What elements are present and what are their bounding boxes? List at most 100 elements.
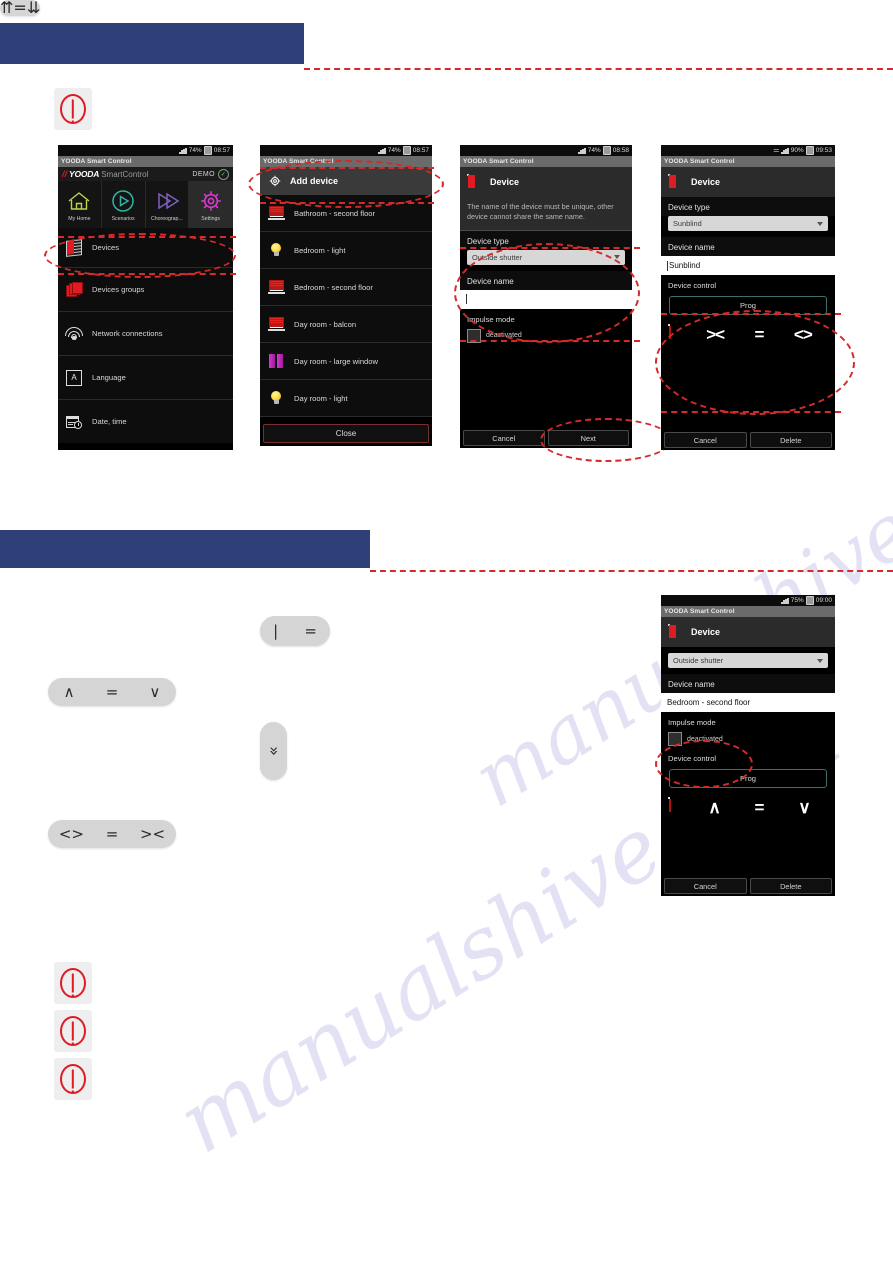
phone-screen-settings[interactable]: 74% 08:57 YOODA Smart Control // YOODA S… [58,145,233,450]
device-type-select[interactable]: Sunblind [668,216,828,231]
sidebar-item-label: Devices groups [92,285,145,294]
fast-forward-icon [152,188,182,215]
pill-double-up-stop-down[interactable]: ⇈ = ⇊ [0,0,41,17]
bulb-icon [267,389,285,407]
impulse-mode-label: Impulse mode [668,718,716,727]
device-name-input[interactable]: Bedroom - second floor [661,693,835,712]
section-header-1 [0,23,304,64]
glyph-double-up: ⇈ [0,0,14,17]
pill-up-stop-down[interactable]: ∧ = ∨ [48,678,176,706]
tab-scenarios[interactable]: Scenarios [102,181,146,228]
annotation-line-devices-top [58,236,236,238]
devices-icon [467,174,483,190]
sidebar-item-language[interactable]: A Language [58,356,233,400]
list-item-label: Bathroom - second floor [294,208,376,218]
tab-bar[interactable]: My Home Scenarios Choreograp... Settings [58,181,233,228]
tab-label: Scenarios [111,215,135,222]
shutter-icon [267,315,285,333]
annotation-line-p4-bottom [661,411,841,413]
signal-icon [578,147,586,154]
glyph-up: ∧ [63,682,75,701]
control-glyph-stop[interactable]: = [755,798,765,818]
glyph-close: >< [139,824,166,843]
warning-icon-1 [54,88,92,130]
battery-icon [805,596,814,605]
sidebar-item-date-time[interactable]: Date, time [58,400,233,443]
battery-percent: 90% [790,147,804,154]
clock: 08:57 [412,147,429,154]
device-name-value: Bedroom - second floor [667,698,751,707]
device-name-input[interactable]: Sunblind [661,256,835,275]
glyph-stop: = [13,0,27,17]
annotation-next-button [540,418,672,462]
device-type-label: Device type [661,197,835,216]
clock: 08:57 [213,147,230,154]
signal-icon [781,597,789,604]
device-control-label: Device control [668,281,717,290]
status-bar: 74% 08:57 [260,145,432,156]
annotation-line-devices-bottom [58,273,236,275]
list-item[interactable]: Day room - large window [260,343,432,380]
check-icon[interactable]: ✓ [218,168,229,180]
button-bar[interactable]: Cancel Delete [661,876,835,896]
section-divider-2 [370,570,893,572]
signal-icon [179,147,187,154]
warning-icon-2 [54,962,92,1004]
signal-icon [781,147,789,154]
list-item[interactable]: Bedroom - light [260,232,432,269]
delete-button[interactable]: Delete [749,878,832,894]
cancel-button[interactable]: Cancel [664,432,747,448]
sidebar-item-network-connections[interactable]: Network connections [58,312,233,356]
home-icon [64,188,94,215]
battery-icon [805,146,814,155]
tab-label: Choreograp... [151,215,183,222]
annotation-line-add-top [260,167,434,169]
wifi-icon [65,325,83,343]
tab-my-home[interactable]: My Home [58,181,102,228]
brand-slash-icon: // [62,169,68,179]
cancel-button[interactable]: Cancel [463,430,545,446]
button-bar[interactable]: Cancel Delete [661,430,835,450]
battery-icon [203,146,212,155]
tab-label: Settings [201,215,220,222]
list-item-label: Bedroom - second floor [294,282,373,292]
list-item-label: Day room - light [294,393,348,403]
devices-icon [668,624,684,640]
list-item[interactable]: Bedroom - second floor [260,269,432,306]
warning-icon-3 [54,1010,92,1052]
shutter-device-icon [668,797,691,817]
battery-percent: 74% [188,147,202,154]
device-control-row[interactable]: ∧ = ∨ [661,794,835,822]
brand-name: YOODA [69,169,100,179]
devices-icon [668,174,684,190]
pill-double-chevron-vertical[interactable]: » [260,722,287,780]
list-item[interactable]: Day room - balcon [260,306,432,343]
glyph-stop: = [105,682,119,701]
tab-choreographies[interactable]: Choreograp... [146,181,190,228]
app-title-bar: YOODA Smart Control [460,156,632,167]
control-glyph-up[interactable]: ∧ [708,798,720,818]
close-button[interactable]: Close [263,424,429,443]
section-header-2 [0,530,370,568]
control-glyphs[interactable]: ∧ = ∨ [691,798,827,818]
cancel-button[interactable]: Cancel [664,878,747,894]
delete-button[interactable]: Delete [749,432,832,448]
shutter-icon [267,204,285,222]
section-divider-1 [304,68,893,70]
device-header: Device [661,617,835,647]
device-type-select[interactable]: Outside shutter [668,653,828,668]
tab-label: My Home [68,215,91,222]
demo-label: DEMO [192,170,215,178]
tab-settings[interactable]: Settings [189,181,233,228]
list-item[interactable]: Day room - light [260,380,432,417]
control-glyph-down[interactable]: ∨ [798,798,810,818]
battery-percent: 75% [790,597,804,604]
sidebar-item-label: Language [92,373,126,382]
app-title-bar: YOODA Smart Control [58,156,233,167]
device-header: Device [460,167,632,197]
pill-open-stop-close[interactable]: <> = >< [48,820,176,848]
date-time-icon [65,413,83,431]
status-bar: 74% 08:58 [460,145,632,156]
pill-bar-stop[interactable]: | = [260,616,330,646]
warning-icon-4 [54,1058,92,1100]
